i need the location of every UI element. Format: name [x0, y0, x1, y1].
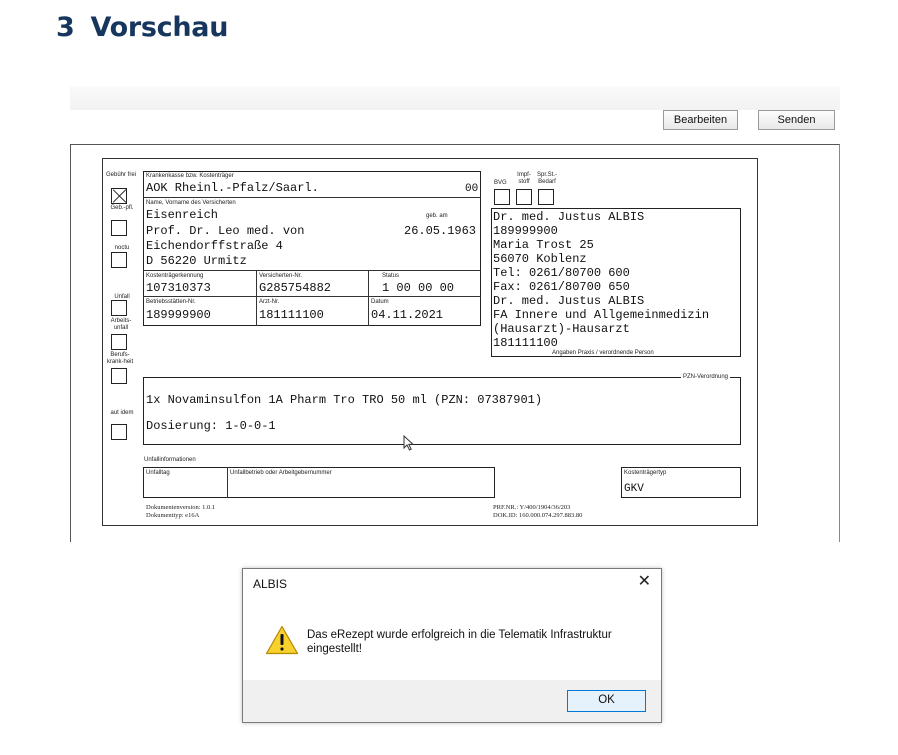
warning-icon: [265, 625, 299, 655]
city: D 56220 Urmitz: [146, 254, 247, 268]
praxis-line: (Hausarzt)-Hausarzt: [493, 322, 630, 336]
praxis-caption: Angaben Praxis / verordnende Person: [552, 350, 654, 356]
page-heading: 3 Vorschau: [56, 12, 228, 43]
praxis-line: Tel: 0261/80700 600: [493, 266, 630, 280]
name-line2: Prof. Dr. Leo med. von: [146, 224, 305, 238]
divider: [368, 270, 369, 326]
dosierung-line: Dosierung: 1-0-0-1: [146, 419, 276, 433]
label-noctu: noctu: [114, 245, 130, 251]
checkbox-spr-st-bedarf: [538, 189, 554, 205]
checkbox-berufskrankheit: [111, 368, 127, 384]
datum-label: Datum: [371, 299, 389, 305]
divider: [143, 270, 481, 271]
kasse-code: 00: [465, 183, 479, 195]
unfallbetrieb-label: Unfallbetrieb oder Arbeitgebernummer: [230, 470, 332, 476]
verordnung-line: 1x Novaminsulfon 1A Pharm Tro TRO 50 ml …: [146, 393, 543, 407]
pzn-label: PZN-Verordnung: [681, 374, 731, 381]
street: Eichendorffstraße 4: [146, 239, 283, 253]
label-bvg: BVG: [494, 180, 507, 186]
checkbox-geb-pfl: [111, 220, 127, 236]
geb-label: geb. am: [426, 213, 448, 219]
kasse-label: Krankenkasse bzw. Kostenträger: [146, 173, 234, 179]
dialog-footer: OK: [243, 680, 661, 722]
unfallinfo-label: Unfallinformationen: [144, 457, 196, 463]
send-button[interactable]: Senden: [758, 110, 835, 130]
label-berufskrankheit: Berufs-krank-heit: [106, 352, 134, 365]
bsnr-value: 189999900: [146, 308, 211, 322]
edit-button[interactable]: Bearbeiten: [663, 110, 738, 130]
praxis-line: 181111100: [493, 336, 558, 350]
preview-window: Bearbeiten Senden Gebühr frei Geb.-pfl. …: [70, 86, 840, 542]
close-icon[interactable]: ✕: [638, 573, 651, 591]
kasse-value: AOK Rheinl.-Pfalz/Saarl.: [146, 181, 319, 195]
heading-title: Vorschau: [90, 12, 229, 43]
checkbox-unfall: [111, 300, 127, 316]
label-arbeitsunfall: Arbeits-unfall: [110, 318, 132, 331]
arzt-nr-value: 181111100: [259, 308, 324, 322]
prescription-form: Gebühr frei Geb.-pfl. noctu Unfall Arbei…: [102, 158, 758, 526]
name-label: Name, Vorname des Versicherten: [146, 200, 236, 206]
praxis-line: 56070 Koblenz: [493, 252, 587, 266]
unfalltag-label: Unfalltag: [146, 470, 170, 476]
divider: [143, 197, 481, 198]
label-spr-st-bedarf: Spr.St.-Bedarf: [536, 172, 557, 185]
label-gebuehr-frei: Gebühr frei: [106, 172, 137, 178]
kostentraegertyp-label: Kostenträgertyp: [624, 470, 667, 476]
name-line1: Eisenreich: [146, 208, 219, 222]
checkbox-bvg: [494, 189, 510, 205]
dialog-message: Das eRezept wurde erfolgreich in die Tel…: [307, 629, 612, 655]
divider: [256, 270, 257, 326]
ok-button[interactable]: OK: [567, 690, 646, 712]
checkbox-gebuehr-frei: [111, 188, 127, 204]
prf-nr: PRF.NR.: Y/400/1904/36/203: [493, 504, 571, 511]
kt-kennung-label: Kostenträgerkennung: [146, 273, 204, 279]
divider: [227, 467, 228, 498]
prescription-preview: Gebühr frei Geb.-pfl. noctu Unfall Arbei…: [70, 144, 840, 542]
label-geb-pfl: Geb.-pfl.: [110, 205, 134, 211]
datum-value: 04.11.2021: [371, 308, 444, 322]
kt-kennung-value: 107310373: [146, 281, 211, 295]
arzt-nr-label: Arzt-Nr.: [259, 299, 280, 305]
bsnr-label: Betriebsstätten-Nr.: [146, 299, 196, 305]
checkbox-arbeitsunfall: [111, 334, 127, 350]
status-label: Status: [382, 273, 400, 279]
praxis-line: Dr. med. Justus ALBIS: [493, 294, 645, 308]
kostentraegertyp-value: GKV: [624, 483, 644, 495]
praxis-line: Maria Trost 25: [493, 238, 594, 252]
geb-value: 26.05.1963: [404, 224, 477, 238]
albis-dialog: ALBIS ✕ Das eRezept wurde erfolgreich in…: [242, 568, 662, 723]
praxis-line: Dr. med. Justus ALBIS: [493, 210, 645, 224]
verordnung-block: [143, 377, 741, 445]
doc-type: Dokumenttyp: e16A: [146, 512, 200, 519]
checkbox-impfstoff: [516, 189, 532, 205]
checkbox-noctu: [111, 252, 127, 268]
praxis-line: FA Innere und Allgemeinmedizin: [493, 308, 710, 322]
doc-version: Dokumentenversion: 1.0.1: [146, 504, 216, 511]
dialog-title: ALBIS: [253, 577, 288, 591]
dok-id: DOK.ID: 160.000.074.297.883.80: [493, 512, 583, 519]
vers-nr-label: Versicherten-Nr.: [259, 273, 303, 279]
status-value: 1 00 00 00: [382, 281, 455, 295]
label-impfstoff: Impf-stoff: [517, 172, 531, 185]
checkbox-aut-idem: [111, 424, 127, 440]
divider: [143, 296, 481, 297]
vers-nr-value: G285754882: [259, 281, 332, 295]
label-aut-idem: aut idem: [110, 410, 134, 416]
heading-number: 3: [56, 12, 75, 43]
mouse-cursor-icon: [403, 435, 414, 451]
praxis-line: 189999900: [493, 224, 558, 238]
praxis-line: Fax: 0261/80700 650: [493, 280, 630, 294]
